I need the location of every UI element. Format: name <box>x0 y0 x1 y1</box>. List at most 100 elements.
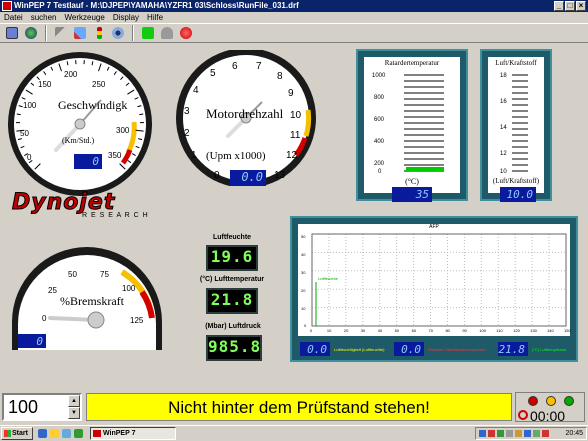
plot-readout-1-label: Luftfeuchtigkeit (Luftfeuchte) <box>334 347 385 352</box>
rpm-tick-12: 12 <box>286 150 298 161</box>
plot-xtick: 110 <box>496 328 503 333</box>
tray-icon[interactable] <box>479 430 486 437</box>
air-pressure-label: (Mbar) Luftdruck <box>205 323 261 330</box>
rpm-tick-3: 3 <box>184 106 190 117</box>
rpm-tick-5: 5 <box>210 68 216 79</box>
tray-icon[interactable] <box>515 430 522 437</box>
plot-ytick: 50 <box>301 234 306 239</box>
tray-icon[interactable] <box>533 430 540 437</box>
plot-readout-1: 0.0 <box>300 342 330 356</box>
rpm-title: Motordrehzahl <box>206 106 284 121</box>
run-spinner[interactable]: 100 ▲ ▼ <box>2 393 82 421</box>
afr-tick-14: 14 <box>500 125 507 131</box>
tray-icon[interactable] <box>497 430 504 437</box>
start-button[interactable]: Start <box>1 427 33 440</box>
dynojet-logo-sub: R E S E A R C H <box>82 212 149 219</box>
taskbar-winpep[interactable]: WinPEP 7 <box>90 427 176 440</box>
fan-icon[interactable] <box>110 25 126 41</box>
speed-unit: (Km/Std.) <box>62 136 95 145</box>
spinner-up-arrow[interactable]: ▲ <box>68 395 80 407</box>
speed-tick-150: 150 <box>38 80 52 89</box>
window-title: WinPEP 7 Testlauf - M:\DJPEP\YAMAHA\YZFR… <box>14 1 299 10</box>
status-lights: 00:00 <box>515 392 585 424</box>
bell-icon[interactable] <box>159 25 175 41</box>
retarder-temperature-title: Ratardertemperatur <box>384 59 440 67</box>
plot-panel: AFP 50 40 30 20 10 0 0 10 20 30 40 50 60 70 80 90… <box>290 216 578 362</box>
speed-gauge: 0 50 100 150 200 250 300 350 Geschwindig… <box>6 50 154 198</box>
afr-tick-16: 16 <box>500 99 507 105</box>
plot-xtick: 40 <box>377 328 383 333</box>
taskbar: Start WinPEP 7 20:45 <box>0 425 588 441</box>
system-tray: 20:45 <box>475 427 587 440</box>
warning-banner: Nicht hinter dem Prüfstand stehen! <box>86 393 512 421</box>
retarder-temperature-gauge: Ratardertemperatur 1000 800 600 400 200 <box>356 49 468 202</box>
menu-hilfe[interactable]: Hilfe <box>147 12 163 23</box>
plot-xtick: 150 <box>564 328 571 333</box>
speed-tick-300: 300 <box>116 126 130 135</box>
retarder-readout: 35 <box>392 187 432 202</box>
rpm-tick-1: 1 <box>191 150 197 161</box>
red-light-icon <box>528 396 538 406</box>
humidity-label: Luftfeuchte <box>212 234 252 241</box>
spinner-down-arrow[interactable]: ▼ <box>68 407 80 419</box>
plot-xtick: 100 <box>479 328 487 333</box>
menu-display[interactable]: Display <box>113 12 139 23</box>
air-fuel-title: Luft/Kraftstoff <box>495 59 537 67</box>
rpm-tick-6: 6 <box>232 61 238 72</box>
brake-readout: 0 <box>18 334 46 348</box>
retarder-tick-0: 0 <box>378 169 382 175</box>
maximize-button[interactable]: □ <box>565 1 575 11</box>
timer-icon <box>518 410 528 420</box>
tray-icon[interactable] <box>524 430 531 437</box>
tray-icon[interactable] <box>488 430 495 437</box>
menu-werkzeuge[interactable]: Werkzeuge <box>64 12 104 23</box>
rpm-tick-9: 9 <box>288 88 294 99</box>
plot-readout-3: 21.8 <box>498 342 528 356</box>
rpm-tick-10: 10 <box>290 110 302 121</box>
desktop-icon[interactable] <box>62 429 71 438</box>
speed-tick-350: 350 <box>108 151 122 160</box>
tools-icon[interactable] <box>72 25 88 41</box>
rpm-tick-2: 2 <box>184 128 190 139</box>
ie-icon[interactable] <box>38 429 47 438</box>
plot-area: AFP 50 40 30 20 10 0 0 10 20 30 40 50 60 70 80 90… <box>298 224 571 336</box>
rpm-tick-0: 0 <box>214 170 220 181</box>
air-temperature-label: (°C) Lufttemperatur <box>199 276 265 283</box>
plot-y-ticks: 50 40 30 20 10 0 <box>298 224 312 336</box>
brake-tick-50: 50 <box>68 270 77 279</box>
rpm-tick-8: 8 <box>277 71 283 82</box>
plot-xtick: 90 <box>462 328 467 333</box>
toolbar <box>0 23 588 43</box>
plot-xtick: 20 <box>343 328 349 333</box>
outlook-icon[interactable] <box>50 429 59 438</box>
dashboard: 0 50 100 150 200 250 300 350 Geschwindig… <box>0 44 588 388</box>
red-record-icon[interactable] <box>178 25 194 41</box>
media-icon[interactable] <box>74 429 83 438</box>
grid-icon[interactable] <box>4 25 20 41</box>
plot-xtick: 130 <box>530 328 537 333</box>
brake-gauge: 0 25 50 75 100 125 %Bremskraft 0 <box>10 242 164 350</box>
rpm-readout: 0.0 <box>230 170 266 186</box>
run-spinner-value[interactable]: 100 <box>8 397 38 418</box>
winpep-task-icon <box>93 430 101 437</box>
menu-datei[interactable]: Datei <box>4 12 23 23</box>
brake-tick-100: 100 <box>122 284 136 293</box>
green-square-icon[interactable] <box>140 25 156 41</box>
minimize-button[interactable]: _ <box>554 1 564 11</box>
air-pressure-readout: 985.8 <box>206 335 262 361</box>
traffic-light-icon[interactable] <box>91 25 107 41</box>
plot-xtick: 50 <box>394 328 400 333</box>
humidity-readout: 19.6 <box>206 245 258 271</box>
close-button[interactable]: × <box>576 1 586 11</box>
speed-tick-100: 100 <box>23 101 37 110</box>
tray-icon[interactable] <box>506 430 513 437</box>
retarder-unit: (°C) <box>405 177 419 186</box>
menu-suchen[interactable]: suchen <box>31 12 57 23</box>
air-temperature-readout: 21.8 <box>206 288 258 314</box>
tray-icon[interactable] <box>542 430 549 437</box>
wrench-icon[interactable] <box>53 25 69 41</box>
rpm-tick-11: 11 <box>290 130 301 141</box>
plot-xtick: 140 <box>547 328 554 333</box>
plot-ytick: 30 <box>301 270 306 275</box>
globe-icon[interactable] <box>23 25 39 41</box>
